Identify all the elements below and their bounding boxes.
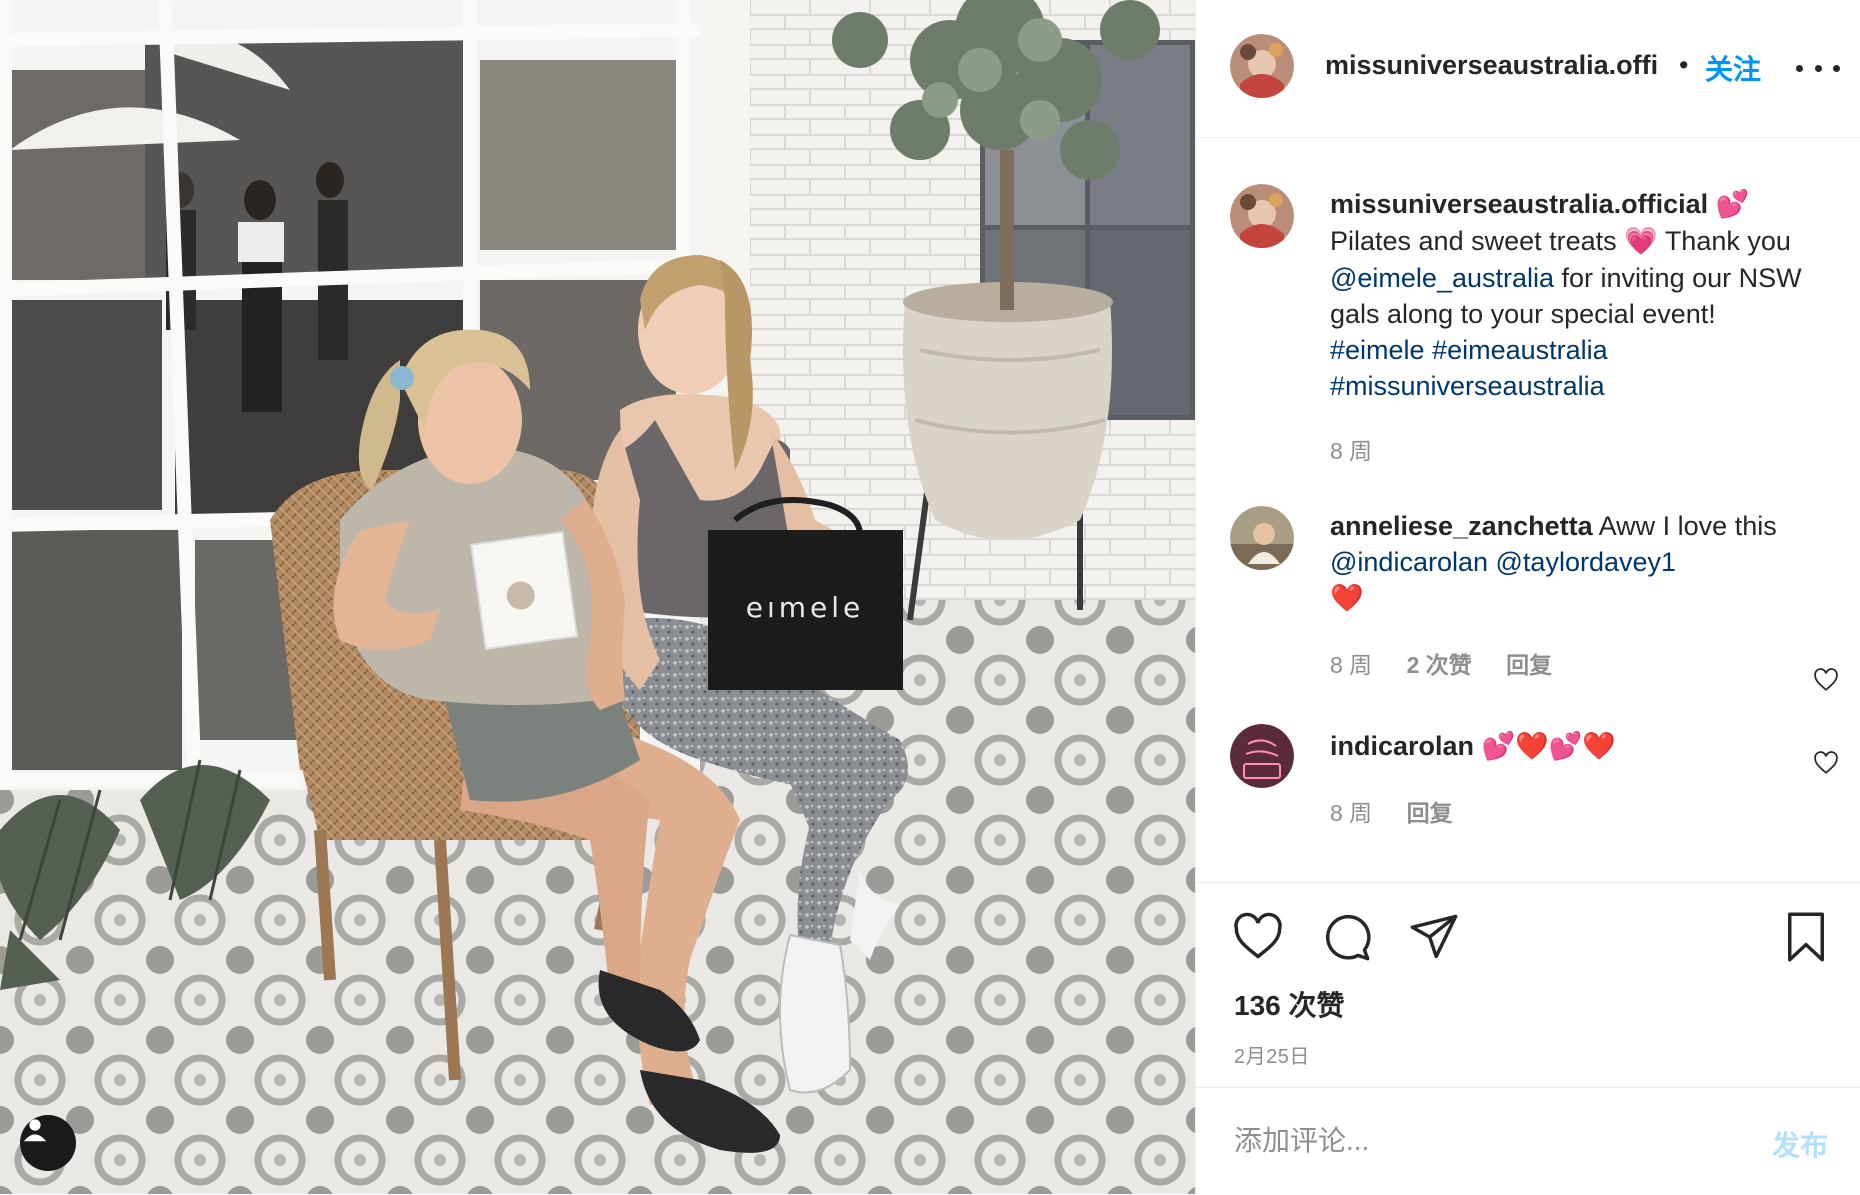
more-options-icon[interactable]	[1796, 58, 1840, 78]
comment-emoji: 💕❤️💕❤️	[1481, 731, 1617, 762]
comment-mention[interactable]: @indicarolan	[1330, 547, 1488, 577]
comment-likes[interactable]: 2 次赞	[1407, 652, 1472, 678]
comment-time[interactable]: 8 周	[1330, 800, 1372, 826]
bookmark-icon[interactable]	[1780, 911, 1832, 963]
header-separator: •	[1679, 50, 1689, 80]
caption-time[interactable]: 8 周	[1330, 438, 1372, 464]
hashtag-link[interactable]: #eimeaustralia	[1432, 335, 1608, 365]
caption-line: Thank you	[1664, 226, 1791, 256]
caption-emoji: 💕	[1715, 189, 1750, 220]
paper-plane-icon[interactable]	[1408, 911, 1460, 963]
comment-like-heart-icon[interactable]	[1813, 668, 1839, 692]
follow-button[interactable]: 关注	[1705, 48, 1761, 88]
commenter-avatar[interactable]	[1230, 506, 1294, 570]
post-date[interactable]: 2月25日	[1234, 1040, 1310, 1069]
post-header: missuniverseaustralia.offi • 关注	[1196, 0, 1860, 138]
commenter-username[interactable]: anneliese_zanchetta	[1330, 511, 1593, 541]
caption-author-avatar[interactable]	[1230, 184, 1294, 248]
comment-meta: 8 周 回复	[1330, 794, 1481, 828]
hashtag-link[interactable]: #eimele	[1330, 335, 1425, 365]
caption-line: Pilates and sweet treats	[1330, 226, 1617, 256]
photo-illustration: eımele	[0, 0, 1195, 1194]
bag-brand-text: eımele	[746, 591, 865, 624]
caption-mention[interactable]: @eimele_australia	[1330, 263, 1554, 293]
comment-text: anneliese_zanchetta Aww I love this @ind…	[1330, 508, 1830, 617]
heart-icon[interactable]	[1232, 911, 1284, 963]
commenter-username[interactable]: indicarolan	[1330, 731, 1474, 761]
post-actions: 136 次赞 2月25日 发布	[1196, 882, 1860, 1194]
caption-meta: 8 周	[1330, 432, 1400, 466]
hashtag-link[interactable]: #missuniverseaustralia	[1330, 371, 1605, 401]
comment-like-heart-icon[interactable]	[1813, 751, 1839, 775]
post-comment-button[interactable]: 发布	[1772, 1124, 1828, 1164]
comment-meta: 8 周 2 次赞 回复	[1330, 646, 1580, 680]
post-photo[interactable]: eımele	[0, 0, 1195, 1194]
add-comment-bar: 发布	[1196, 1087, 1860, 1195]
post-details-pane: missuniverseaustralia.offi • 关注 missuniv…	[1195, 0, 1860, 1194]
comments-list[interactable]: missuniverseaustralia.official 💕 Pilates…	[1196, 138, 1860, 882]
comment-body: Aww I love this	[1598, 511, 1777, 541]
comment-mention[interactable]: @taylordavey1	[1496, 547, 1677, 577]
caption-text: missuniverseaustralia.official 💕 Pilates…	[1330, 186, 1830, 404]
comment-text: indicarolan 💕❤️💕❤️	[1330, 728, 1830, 765]
reply-button[interactable]: 回复	[1506, 652, 1552, 678]
comment-emoji: ❤️	[1330, 583, 1364, 614]
commenter-avatar[interactable]	[1230, 724, 1294, 788]
comment-icon[interactable]	[1320, 911, 1372, 963]
caption-username[interactable]: missuniverseaustralia.official	[1330, 189, 1708, 219]
author-username[interactable]: missuniverseaustralia.offi	[1325, 50, 1658, 81]
author-avatar[interactable]	[1230, 34, 1294, 98]
caption-heart-emoji: 💗	[1624, 226, 1658, 257]
comment-input[interactable]	[1232, 1116, 1716, 1166]
comment-time[interactable]: 8 周	[1330, 652, 1372, 678]
likes-count[interactable]: 136 次赞	[1234, 984, 1345, 1024]
user-tag-icon[interactable]	[20, 1115, 76, 1171]
reply-button[interactable]: 回复	[1407, 800, 1453, 826]
